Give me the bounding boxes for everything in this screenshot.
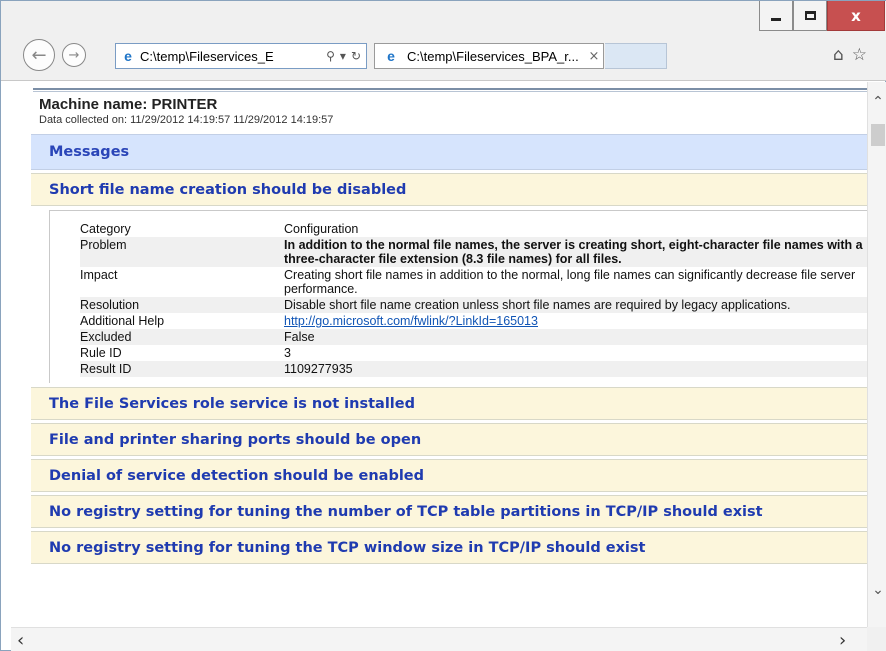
detail-value: 1109277935 [284, 362, 353, 376]
scroll-down-icon[interactable]: ⌄ [868, 582, 886, 600]
close-button[interactable]: x [827, 1, 885, 31]
browser-window: x ← → e C:\temp\Fileservices_E ⚲ ▾ ↻ e C… [0, 0, 886, 651]
tab-title: C:\temp\Fileservices_BPA_r... [407, 48, 579, 64]
detail-label: Additional Help [80, 314, 165, 328]
back-button[interactable]: ← [23, 39, 55, 71]
scroll-right-icon[interactable]: › [839, 630, 846, 651]
detail-label: Rule ID [80, 346, 122, 360]
maximize-button[interactable] [793, 1, 827, 31]
scrollbar-corner [867, 627, 886, 651]
favorites-star-icon[interactable]: ☆ [852, 45, 867, 65]
detail-value: Disable short file name creation unless … [284, 298, 791, 312]
close-icon: x [851, 6, 861, 25]
address-text[interactable]: C:\temp\Fileservices_E [140, 49, 321, 64]
report-top-rule [33, 88, 867, 92]
minimize-icon [771, 18, 781, 21]
detail-row: Category Configuration [80, 221, 867, 237]
search-icon[interactable]: ⚲ [326, 49, 335, 63]
detail-row: Rule ID 3 [80, 345, 867, 361]
message-item[interactable]: No registry setting for tuning the TCP w… [31, 531, 867, 564]
navigation-bar: ← → e C:\temp\Fileservices_E ⚲ ▾ ↻ e C:\… [1, 37, 886, 81]
message-item[interactable]: The File Services role service is not in… [31, 387, 867, 420]
message-item[interactable]: No registry setting for tuning the numbe… [31, 495, 867, 528]
dropdown-icon[interactable]: ▾ [340, 49, 346, 63]
home-icon[interactable]: ⌂ [833, 45, 844, 65]
detail-value: 3 [284, 346, 291, 360]
detail-value: Configuration [284, 222, 359, 236]
horizontal-scrollbar[interactable]: ‹ › [11, 627, 867, 651]
scroll-left-icon[interactable]: ‹ [17, 630, 24, 651]
detail-label: Category [80, 222, 131, 236]
machine-name: Machine name: PRINTER [39, 96, 218, 113]
browser-tab[interactable]: e C:\temp\Fileservices_BPA_r... × [374, 43, 604, 69]
detail-label: Problem [80, 238, 127, 252]
forward-button[interactable]: → [62, 43, 86, 67]
detail-value: False [284, 330, 315, 344]
detail-row: Excluded False [80, 329, 867, 345]
scroll-up-icon[interactable]: ⌃ [868, 94, 886, 112]
detail-row: Impact Creating short file names in addit… [80, 267, 867, 297]
detail-value: In addition to the normal file names, th… [284, 238, 863, 266]
scroll-thumb[interactable] [871, 124, 885, 146]
bpa-report: Machine name: PRINTER Data collected on:… [31, 88, 867, 564]
toolbar-icons: ⌂ ☆ [833, 45, 867, 65]
forward-arrow-icon: → [68, 47, 80, 63]
back-arrow-icon: ← [31, 44, 47, 66]
detail-row: Resolution Disable short file name creati… [80, 297, 867, 313]
messages-header[interactable]: Messages [31, 134, 867, 170]
message-item[interactable]: Denial of service detection should be en… [31, 459, 867, 492]
detail-label: Impact [80, 268, 118, 282]
title-bar: x [1, 1, 886, 37]
message-item-expanded[interactable]: Short file name creation should be disab… [31, 173, 867, 206]
refresh-icon[interactable]: ↻ [351, 49, 361, 63]
detail-label: Result ID [80, 362, 132, 376]
detail-label: Resolution [80, 298, 140, 312]
additional-help-link[interactable]: http://go.microsoft.com/fwlink/?LinkId=1… [284, 314, 867, 328]
detail-row: Problem In addition to the normal file na… [80, 237, 867, 267]
tab-close-icon[interactable]: × [585, 49, 603, 64]
detail-row: Result ID 1109277935 [80, 361, 867, 377]
maximize-icon [804, 11, 816, 20]
ie-page-icon: e [124, 48, 132, 64]
message-item[interactable]: File and printer sharing ports should be… [31, 423, 867, 456]
minimize-button[interactable] [759, 1, 793, 31]
vertical-scrollbar[interactable]: ⌃ ⌄ [867, 82, 886, 627]
ie-tab-icon: e [387, 48, 395, 64]
detail-row: Additional Help http://go.microsoft.com/f… [80, 313, 867, 329]
address-tools: ⚲ ▾ ↻ [321, 49, 366, 63]
message-details: Category Configuration Problem In addition … [49, 210, 867, 383]
detail-value: Creating short file names in addition to… [284, 268, 856, 296]
new-tab-button[interactable] [605, 43, 667, 69]
detail-label: Excluded [80, 330, 132, 344]
page-content: Machine name: PRINTER Data collected on:… [11, 82, 867, 627]
message-list: The File Services role service is not in… [31, 387, 867, 564]
address-bar[interactable]: e C:\temp\Fileservices_E ⚲ ▾ ↻ [115, 43, 367, 69]
data-collected: Data collected on: 11/29/2012 14:19:57 1… [39, 114, 334, 126]
